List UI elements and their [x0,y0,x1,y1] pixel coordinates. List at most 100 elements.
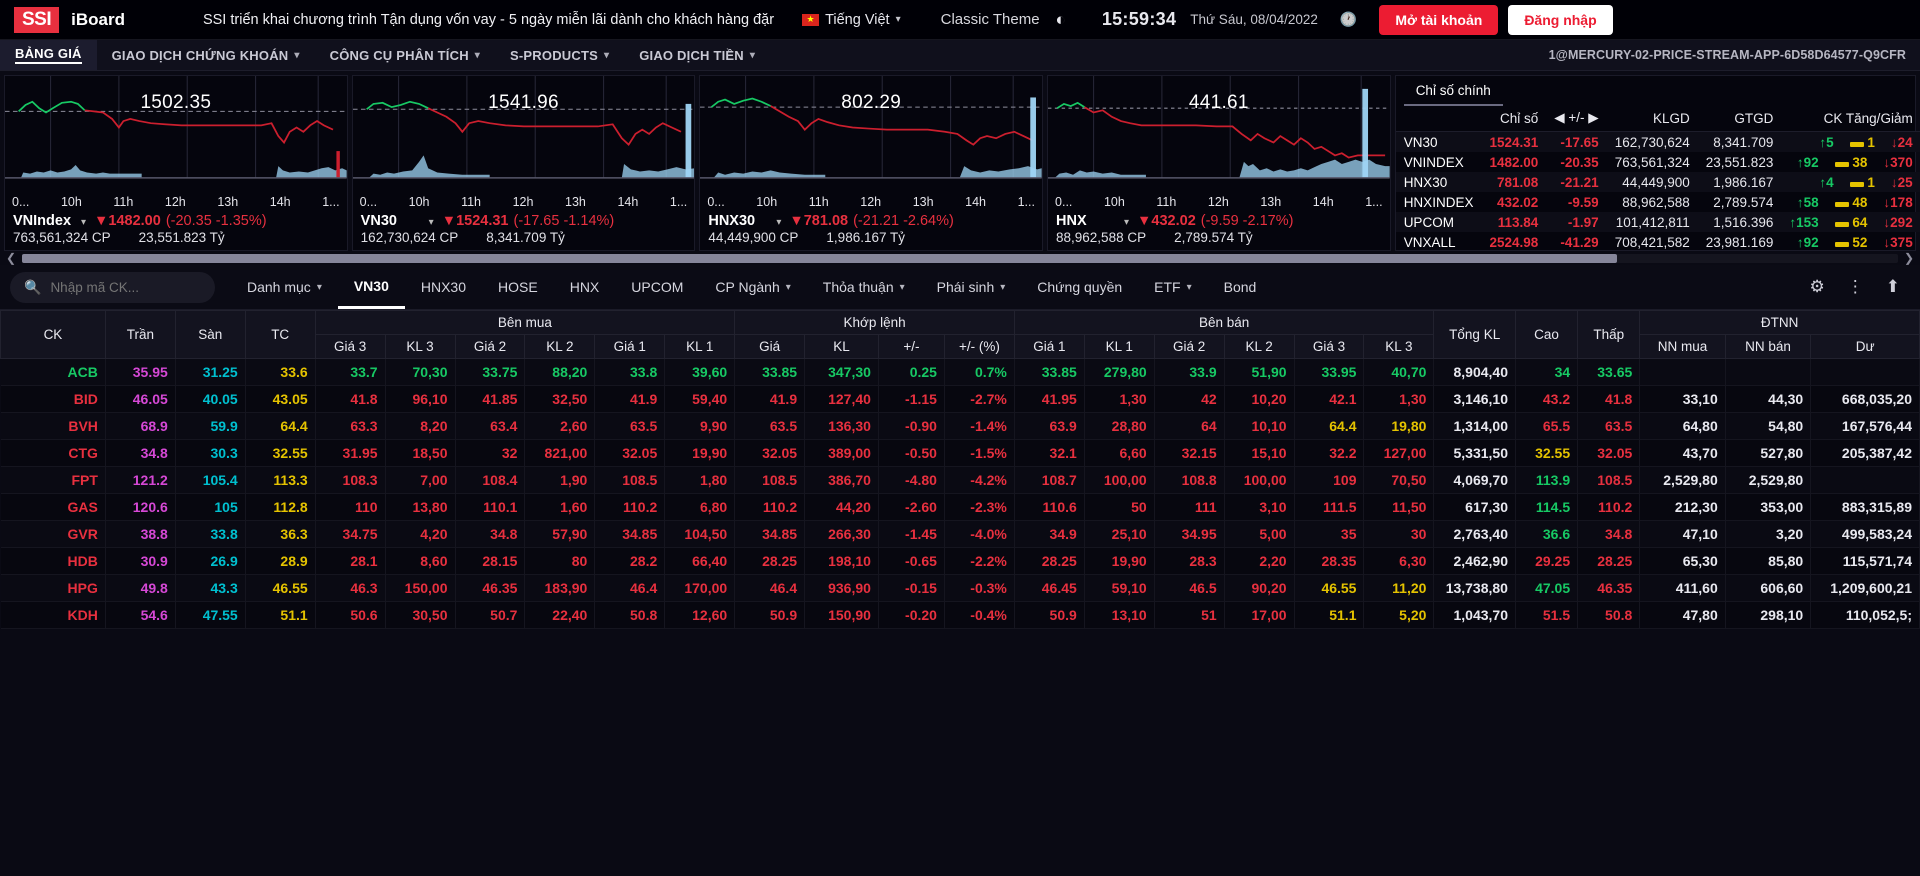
table-row[interactable]: ACB 35.95 31.25 33.6 33.7 70,30 33.75 88,20 33.8… [0,358,1920,386]
table-row[interactable]: FPT 121.2 105.4 113.3 108.3 7,00 108.4 1,90 108.… [0,466,1920,494]
reference-price: 46.55 [245,574,316,602]
index-card-hnx[interactable]: 441.61 0... 10h 11h 12h 13h 14h 1... HNX… [1047,75,1391,251]
foreign-room: 205,387,42 [1810,439,1920,467]
main-index-row[interactable]: HNX30 781.08 -21.21 44,449,900 1,986.167… [1395,172,1920,192]
language-selector[interactable]: ★ Tiếng Việt ▾ [802,12,901,28]
search-input[interactable] [50,279,201,295]
chevron-down-icon[interactable]: ▾ [429,217,434,228]
table-row[interactable]: GAS 120.6 105 112.8 110 13,80 110.1 1,60 110.2 6,… [0,493,1920,521]
nav-item-cong-cu-phan-tich[interactable]: CÔNG CỤ PHÂN TÍCH ▾ [315,40,495,70]
tab-upcom[interactable]: UPCOM [615,265,699,309]
col-nn-ban[interactable]: NN bán [1724,334,1812,359]
col-gia-match[interactable]: Giá [734,334,806,359]
tab-bond[interactable]: Bond [1208,265,1273,309]
nav-item-bang-gia[interactable]: BẢNG GIÁ [0,40,97,70]
tab-hnx[interactable]: HNX [554,265,616,309]
chevron-down-icon[interactable]: ▾ [776,217,781,228]
index-card-vn30[interactable]: 1541.96 0... 10h 11h 12h 13h 14h 1... VN… [351,75,696,251]
sell-price-1: 110.6 [1014,493,1085,521]
tab-vn30[interactable]: VN30 [337,265,405,309]
table-row[interactable]: BID 46.05 40.05 43.05 41.8 96,10 41.85 32,50 41.… [0,385,1920,413]
col-tong-kl[interactable]: Tổng KL [1433,310,1516,359]
total-volume: 2,763,40 [1433,520,1516,548]
col-gia-1-buy[interactable]: Giá 1 [594,334,666,359]
col-du[interactable]: Dư [1810,334,1920,359]
chevron-down-icon[interactable]: ▾ [1124,217,1129,228]
main-index-row[interactable]: VN30 1524.31 -17.65 162,730,624 8,341.70… [1395,131,1920,152]
high-price: 43.2 [1515,385,1579,413]
col-cao[interactable]: Cao [1514,310,1579,359]
clock-icon[interactable]: 🕐 [1340,11,1357,28]
buy-price-3: 63.3 [315,412,386,440]
main-index-row[interactable]: VNXALL 2524.98 -41.29 708,421,582 23,981… [1396,232,1920,252]
scroll-left-icon[interactable]: ❮ [4,251,18,265]
promo-banner-text[interactable]: SSI triển khai chương trình Tận dụng vốn… [203,12,774,28]
index-card-vnindex[interactable]: 1502.35 0... 10h 11h 12h 13h 14h 1... VN… [4,75,348,251]
nav-item-giao-dich-tien[interactable]: GIAO DỊCH TIỀN ▾ [624,40,770,70]
nav-item-s-products[interactable]: S-PRODUCTS ▾ [495,40,624,70]
table-row[interactable]: KDH 54.6 47.55 51.1 50.6 30,50 50.7 22,40 50.8 12… [0,601,1920,629]
col-gia-3-buy[interactable]: Giá 3 [314,334,386,359]
index-strip-scrollbar[interactable]: ❮ ❯ [0,251,1920,265]
theme-label[interactable]: Classic Theme [941,11,1040,28]
main-index-row[interactable]: HNXINDEX 432.02 -9.59 88,962,588 2,789.5… [1396,192,1920,212]
tab-hose[interactable]: HOSE [482,265,554,309]
more-vertical-icon[interactable]: ⋮ [1847,277,1864,297]
table-row[interactable]: HDB 30.9 26.9 28.9 28.1 8,60 28.15 80 28.2 66,40 2… [0,547,1920,575]
tab-hnx30[interactable]: HNX30 [405,265,482,309]
col-kl-2-buy[interactable]: KL 2 [524,334,596,359]
col-gia-3-sell[interactable]: Giá 3 [1293,334,1365,359]
tab-chung-quyen[interactable]: Chứng quyền [1021,265,1138,309]
login-button[interactable]: Đăng nhập [1508,4,1613,35]
stock-symbol: BID [0,385,106,413]
main-index-row[interactable]: UPCOM 113.84 -1.97 101,412,811 1,516.396… [1395,212,1920,232]
col-kl-1-sell[interactable]: KL 1 [1083,334,1155,359]
stock-symbol: HPG [0,574,106,602]
axis-tick: 1... [1017,195,1035,209]
col-change-pct[interactable]: +/- (%) [943,334,1015,359]
tab-phai-sinh[interactable]: Phái sinh ▾ [921,265,1022,309]
col-gia-1-sell[interactable]: Giá 1 [1013,334,1085,359]
theme-toggle-icon[interactable]: ◐ [1056,10,1066,30]
gear-icon[interactable]: ⚙ [1810,277,1825,297]
open-account-button[interactable]: Mở tài khoản [1379,4,1499,35]
table-row[interactable]: CTG 34.8 30.3 32.55 31.95 18,50 32 821,00 32.05 1… [0,439,1920,467]
col-ck[interactable]: CK [0,310,106,359]
col-change[interactable]: +/- [877,334,945,359]
col-gia-2-sell[interactable]: Giá 2 [1153,334,1225,359]
col-san[interactable]: Sàn [174,310,246,359]
col-kl-match[interactable]: KL [804,334,879,359]
col-nn-mua[interactable]: NN mua [1639,334,1726,359]
col-kl-1-buy[interactable]: KL 1 [664,334,736,359]
total-volume: 2,462,90 [1433,547,1516,575]
index-card-hnx30[interactable]: 802.29 0... 10h 11h 12h 13h 14h 1... HNX… [699,75,1044,251]
main-index-tab[interactable]: Chỉ số chính [1403,76,1503,106]
nav-item-giao-dich-chung-khoan[interactable]: GIAO DỊCH CHỨNG KHOÁN ▾ [97,40,315,70]
search-box[interactable]: 🔍 [10,271,215,303]
col-kl-3-buy[interactable]: KL 3 [384,334,456,359]
scrollbar-thumb[interactable] [22,253,1617,263]
table-row[interactable]: GVR 38.8 33.8 36.3 34.75 4,20 34.8 57,90 34.85 10… [0,520,1920,548]
tab-etf[interactable]: ETF ▾ [1138,265,1207,309]
col-kl-2-sell[interactable]: KL 2 [1223,334,1295,359]
table-row[interactable]: HPG 49.8 43.3 46.55 46.3 150,00 46.35 183,90 46.… [0,574,1920,602]
scroll-right-icon[interactable]: ❯ [1902,251,1916,265]
col-gia-2-buy[interactable]: Giá 2 [454,334,526,359]
col-tc[interactable]: TC [244,310,316,359]
tab-cp-nganh[interactable]: CP Ngành ▾ [699,265,806,309]
ssi-logo[interactable]: SSI [14,6,60,33]
table-row[interactable]: BVH 68.9 59.9 64.4 63.3 8,20 63.4 2,60 63.5 9,90 6… [0,412,1920,440]
scrollbar-track[interactable] [22,253,1898,263]
sell-volume-3: 127,00 [1363,439,1435,467]
chevron-down-icon[interactable]: ▾ [81,217,86,228]
col-kl-3-sell[interactable]: KL 3 [1363,334,1435,359]
main-index-row[interactable]: VNINDEX 1482.00 -20.35 763,561,324 23,55… [1396,152,1920,172]
tab-danh-muc[interactable]: Danh mục ▾ [231,265,338,309]
main-index-table: Chỉ số ◀ +/- ▶ KLGD GTGD CK Tăng/Giảm VN… [1395,106,1920,252]
col-thap[interactable]: Thấp [1577,310,1641,359]
upload-icon[interactable]: ⬆ [1886,277,1900,297]
col-change[interactable]: ◀ +/- ▶ [1546,106,1607,132]
price-table-container[interactable]: CK Trần Sàn TC Bên mua Khớp lệnh Bên bán… [0,310,1920,830]
tab-thoa-thuan[interactable]: Thỏa thuận ▾ [807,265,921,309]
col-tran[interactable]: Trần [104,310,176,359]
